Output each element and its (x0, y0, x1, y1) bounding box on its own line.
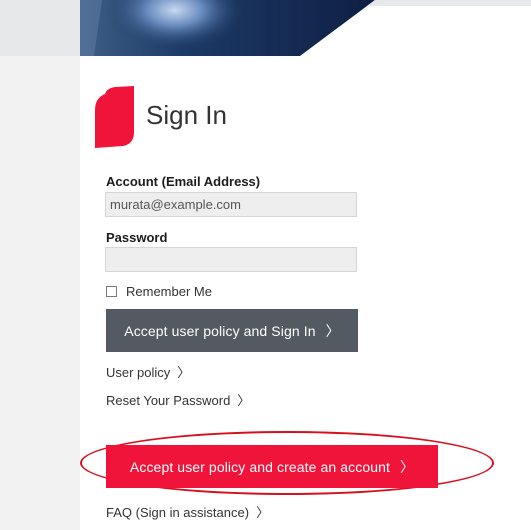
chevron-right-icon: 〉 (256, 505, 270, 520)
chevron-right-icon: 〉 (237, 393, 251, 408)
remember-label: Remember Me (126, 284, 212, 299)
signin-button[interactable]: Accept user policy and Sign In 〉 (106, 309, 358, 352)
create-account-button[interactable]: Accept user policy and create an account… (106, 445, 438, 488)
remember-me[interactable]: Remember Me (106, 284, 212, 299)
faq-link[interactable]: FAQ (Sign in assistance) 〉 (106, 502, 269, 521)
user-policy-label: User policy (106, 365, 171, 380)
header-banner (80, 0, 531, 56)
reset-password-label: Reset Your Password (106, 393, 231, 408)
remember-checkbox[interactable] (106, 286, 117, 297)
chevron-right-icon: 〉 (399, 458, 415, 475)
account-label: Account (Email Address) (106, 174, 261, 189)
user-policy-link[interactable]: User policy 〉 (106, 362, 190, 381)
left-gutter (0, 0, 80, 56)
password-field[interactable] (105, 247, 357, 272)
chevron-right-icon: 〉 (325, 322, 340, 339)
reset-password-link[interactable]: Reset Your Password 〉 (106, 390, 250, 409)
faq-label: FAQ (Sign in assistance) (106, 505, 250, 520)
password-label: Password (106, 230, 168, 245)
brand-logo-icon (95, 86, 134, 148)
page-title: Sign In (146, 100, 227, 130)
signin-button-label: Accept user policy and Sign In (124, 322, 316, 339)
chevron-right-icon: 〉 (177, 365, 191, 380)
create-account-button-label: Accept user policy and create an account (129, 458, 390, 475)
email-field[interactable] (105, 192, 357, 217)
